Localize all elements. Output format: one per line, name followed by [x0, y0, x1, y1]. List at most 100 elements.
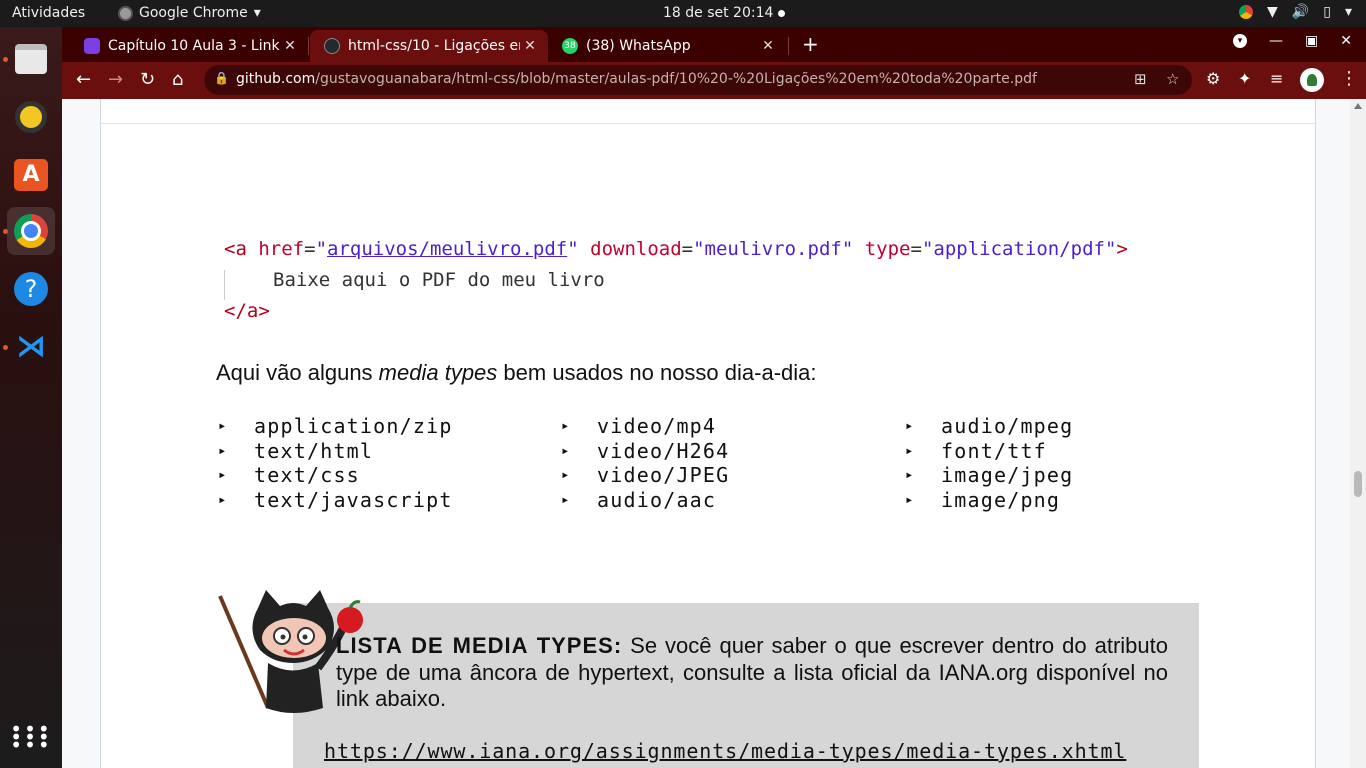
running-indicator-icon — [3, 345, 8, 350]
tab-label: html-css/10 - Ligações em — [348, 38, 520, 54]
close-window-icon[interactable]: ✕ — [1340, 33, 1352, 49]
list-item: font/ttf — [905, 439, 1073, 464]
code-close-tag: </a> — [224, 300, 270, 322]
maximize-icon[interactable]: ▣ — [1305, 33, 1318, 49]
running-indicator-icon — [3, 57, 8, 62]
list-item: text/css — [218, 463, 453, 488]
media-types-col-1: application/zip text/html text/css text/… — [218, 414, 453, 512]
kebab-menu-icon[interactable]: ⋮ — [1340, 68, 1358, 89]
help-icon[interactable]: ? — [7, 265, 55, 313]
translate-icon[interactable]: ⊞ — [1134, 70, 1147, 88]
url-path: /gustavoguanabara/html-css/blob/master/a… — [315, 71, 1037, 87]
scrollbar-thumb[interactable] — [1354, 471, 1362, 497]
files-icon[interactable] — [7, 35, 55, 83]
iana-media-types-link[interactable]: https://www.iana.org/assignments/media-t… — [324, 739, 1126, 763]
list-item: text/javascript — [218, 488, 453, 513]
chrome-tray-icon[interactable] — [1239, 5, 1254, 19]
battery-icon[interactable]: ▯ — [1323, 4, 1331, 20]
wifi-icon[interactable]: ▼ — [1267, 4, 1278, 20]
code-indent-guide — [224, 270, 225, 300]
scroll-up-icon[interactable] — [1354, 103, 1362, 109]
close-icon[interactable]: ✕ — [758, 38, 778, 54]
close-icon[interactable]: ✕ — [520, 38, 540, 54]
browser-toolbar: ← → ↻ ⌂ 🔒 github.com/gustavoguanabara/ht… — [62, 62, 1366, 99]
forward-icon[interactable]: → — [108, 69, 123, 90]
page-viewport: <a href="arquivos/meulivro.pdf" download… — [62, 99, 1350, 768]
list-item: video/JPEG — [561, 463, 729, 488]
system-tray[interactable]: ▼ 🔊 ▯ ▾ — [1239, 4, 1352, 20]
code-href-value: arquivos/meulivro.pdf — [327, 238, 568, 260]
close-icon[interactable]: ✕ — [280, 38, 300, 54]
code-eq: = — [681, 238, 694, 260]
extension-gear-icon[interactable]: ⚙ — [1206, 69, 1220, 88]
chevron-down-icon[interactable]: ▾ — [1345, 4, 1352, 20]
note-heading: LISTA DE MEDIA TYPES: — [336, 633, 623, 658]
dock: A ? ⋊ ••• ••• ••• — [0, 27, 62, 768]
media-control-icon[interactable]: ≡ — [1270, 69, 1283, 88]
volume-icon[interactable]: 🔊 — [1292, 4, 1309, 20]
code-attr-download: download — [590, 238, 682, 260]
tab-separator — [308, 37, 309, 55]
intro-after: bem usados no nosso dia-a-dia: — [497, 360, 817, 385]
code-type-value: "application/pdf" — [921, 238, 1117, 260]
lock-icon[interactable]: 🔒 — [214, 71, 229, 85]
tab-search-icon[interactable]: ▾ — [1233, 34, 1248, 48]
system-top-bar: Atividades Google Chrome ▾ 18 de set 20:… — [0, 0, 1366, 27]
whatsapp-favicon-icon: 38 — [562, 38, 578, 54]
github-favicon-icon — [324, 38, 340, 54]
tab-label: (38) WhatsApp — [586, 38, 691, 54]
minimize-icon[interactable]: — — [1269, 33, 1283, 49]
note-text: LISTA DE MEDIA TYPES: Se você quer saber… — [336, 633, 1168, 713]
vscode-icon[interactable]: ⋊ — [7, 323, 55, 371]
new-tab-icon[interactable]: + — [802, 32, 819, 56]
window-controls: ▾ — ▣ ✕ — [1233, 33, 1352, 49]
code-attr-type: type — [864, 238, 911, 260]
code-download-value: "meulivro.pdf" — [693, 238, 854, 260]
back-icon[interactable]: ← — [76, 69, 91, 90]
app-menu[interactable]: Google Chrome ▾ — [118, 5, 261, 21]
running-indicator-icon — [3, 229, 8, 234]
code-line-open-tag: <a href="arquivos/meulivro.pdf" download… — [224, 238, 1128, 260]
code-quote: " — [567, 238, 579, 260]
bookmark-star-icon[interactable]: ☆ — [1166, 70, 1179, 88]
list-item: video/H264 — [561, 439, 729, 464]
list-item: audio/mpeg — [905, 414, 1073, 439]
reload-icon[interactable]: ↻ — [140, 69, 155, 90]
vertical-scrollbar[interactable] — [1350, 99, 1366, 768]
tab-separator — [788, 37, 789, 55]
home-icon[interactable]: ⌂ — [172, 69, 183, 90]
notification-dot-icon — [778, 10, 785, 17]
tab-capitulo-10[interactable]: Capítulo 10 Aula 3 - Links ✕ — [70, 30, 308, 62]
clock[interactable]: 18 de set 20:14 — [663, 5, 773, 21]
profile-avatar-icon[interactable] — [1300, 68, 1324, 92]
list-item: image/png — [905, 488, 1073, 513]
tab-html-css[interactable]: html-css/10 - Ligações em ✕ — [310, 30, 548, 62]
software-center-icon[interactable]: A — [7, 151, 55, 199]
app-menu-label: Google Chrome — [139, 5, 248, 21]
youtube-like-favicon-icon — [84, 38, 100, 54]
list-item: image/jpeg — [905, 463, 1073, 488]
code-body-text: Baixe aqui o PDF do meu livro — [273, 269, 605, 291]
page-divider — [101, 123, 1315, 124]
chrome-app-icon — [118, 5, 133, 21]
intro-emphasis: media types — [378, 360, 498, 385]
chrome-icon[interactable] — [7, 207, 55, 255]
intro-paragraph: Aqui vão alguns media types bem usados n… — [216, 360, 817, 386]
code-close-bracket: > — [1116, 238, 1128, 260]
rhythmbox-icon[interactable] — [7, 93, 55, 141]
tab-strip: Capítulo 10 Aula 3 - Links ✕ html-css/10… — [62, 27, 1366, 62]
extensions-puzzle-icon[interactable]: ✦ — [1238, 69, 1251, 88]
code-open-tag: <a — [224, 238, 247, 260]
code-attr-href: href — [258, 238, 305, 260]
list-item: audio/aac — [561, 488, 729, 513]
intro-before: Aqui vão alguns — [216, 360, 379, 385]
address-bar[interactable]: 🔒 github.com/gustavoguanabara/html-css/b… — [204, 65, 1192, 95]
tab-badge: 38 — [564, 41, 576, 51]
chevron-down-icon: ▾ — [253, 5, 261, 21]
show-apps-icon[interactable]: ••• ••• ••• — [7, 713, 55, 761]
tab-whatsapp[interactable]: 38 (38) WhatsApp ✕ — [548, 30, 786, 62]
media-types-col-2: video/mp4 video/H264 video/JPEG audio/aa… — [561, 414, 729, 512]
activities-button[interactable]: Atividades — [12, 5, 85, 21]
list-item: text/html — [218, 439, 453, 464]
url-text: github.com/gustavoguanabara/html-css/blo… — [236, 71, 1037, 87]
